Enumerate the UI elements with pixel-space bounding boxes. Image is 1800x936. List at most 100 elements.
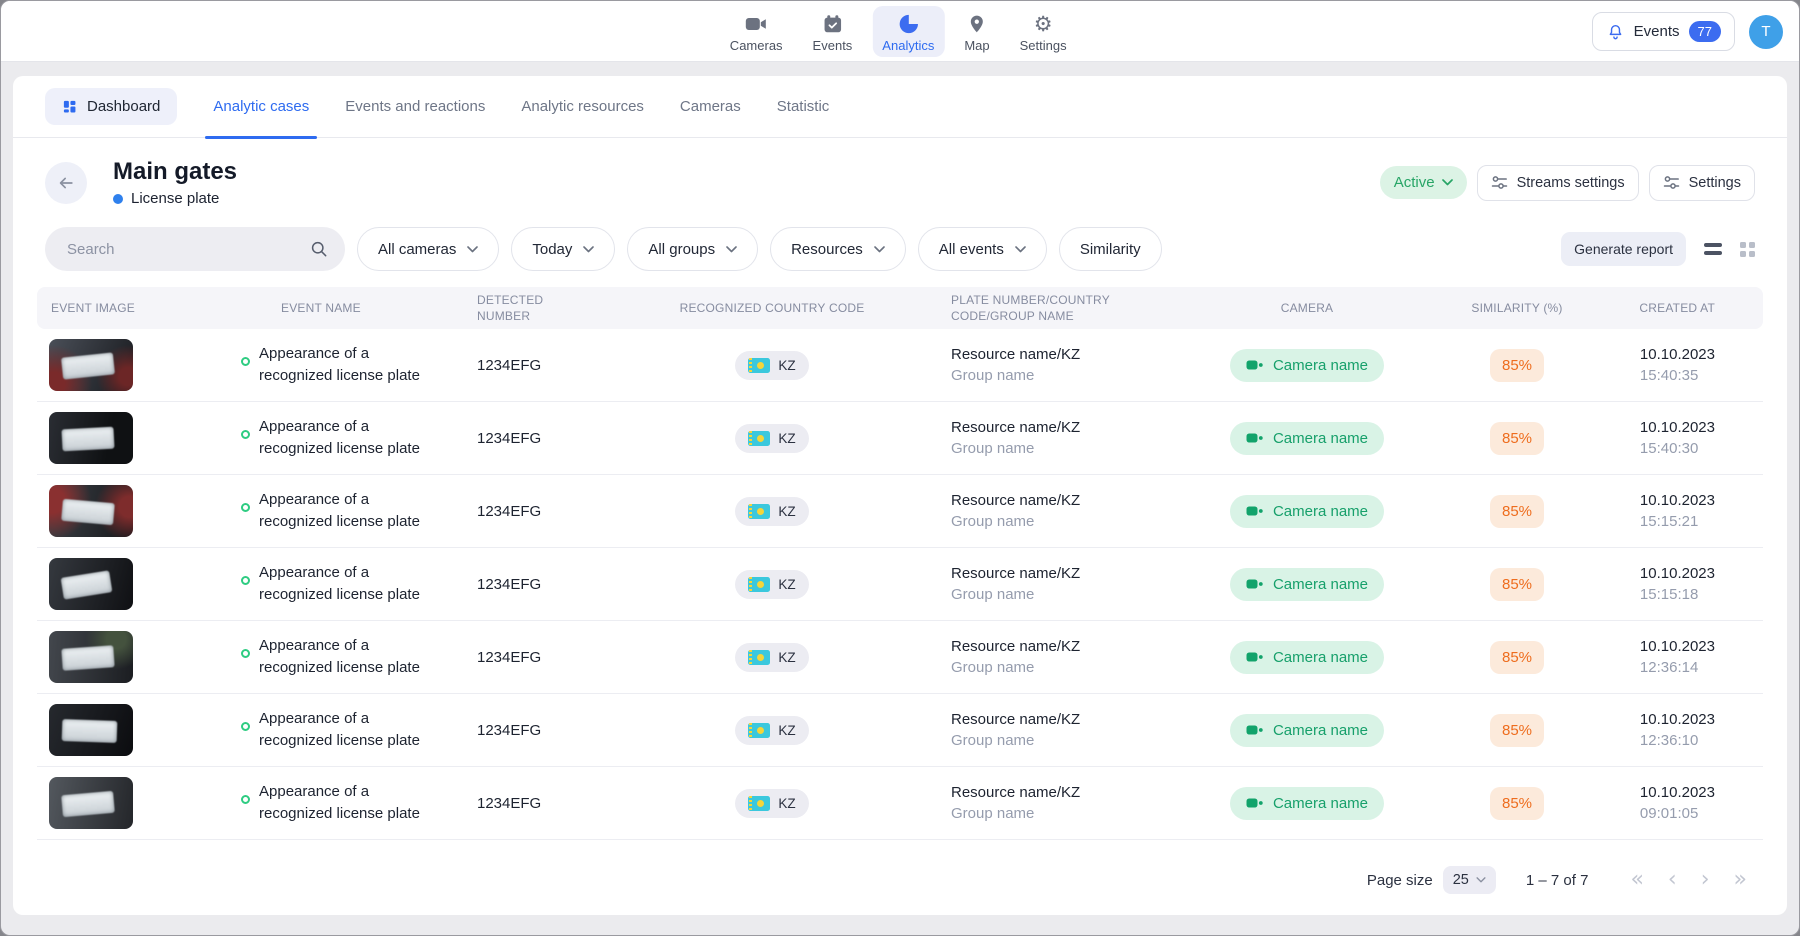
chevron-down-icon bbox=[1015, 246, 1026, 253]
camera-badge[interactable]: Camera name bbox=[1230, 641, 1384, 674]
created-at-cell: 10.10.2023 12:36:10 bbox=[1587, 711, 1763, 749]
events-notifications-button[interactable]: Events 77 bbox=[1592, 12, 1735, 51]
nav-label: Cameras bbox=[730, 38, 783, 53]
settings-button[interactable]: Settings bbox=[1649, 165, 1755, 201]
filter-resources[interactable]: Resources bbox=[770, 227, 906, 271]
grid-view-icon[interactable] bbox=[1740, 242, 1755, 257]
tab-analytic-cases[interactable]: Analytic cases bbox=[213, 76, 309, 138]
main-panel: Dashboard Analytic cases Events and reac… bbox=[13, 76, 1787, 915]
camera-badge[interactable]: Camera name bbox=[1230, 787, 1384, 820]
table-row[interactable]: Appearance of a recognized license plate… bbox=[37, 402, 1763, 475]
resource-name: Resource name/KZ bbox=[951, 346, 1167, 363]
nav-item-cameras[interactable]: Cameras bbox=[720, 6, 793, 57]
events-button-label: Events bbox=[1634, 23, 1680, 40]
filter-all-groups[interactable]: All groups bbox=[627, 227, 758, 271]
generate-report-button[interactable]: Generate report bbox=[1561, 232, 1686, 266]
detected-number: 1234EFG bbox=[467, 795, 627, 812]
user-avatar[interactable]: T bbox=[1749, 15, 1783, 49]
last-page-button[interactable]: » bbox=[1734, 869, 1747, 891]
filter-date[interactable]: Today bbox=[511, 227, 615, 271]
back-button[interactable] bbox=[45, 162, 87, 204]
table-row[interactable]: Appearance of a recognized license plate… bbox=[37, 548, 1763, 621]
country-code: KZ bbox=[778, 358, 795, 373]
country-code: KZ bbox=[778, 431, 795, 446]
streams-settings-label: Streams settings bbox=[1517, 175, 1625, 191]
country-code-badge: KZ bbox=[735, 424, 808, 453]
chevron-down-icon bbox=[726, 246, 737, 253]
event-image-thumbnail[interactable] bbox=[49, 412, 133, 464]
country-code: KZ bbox=[778, 504, 795, 519]
page-header: Main gates License plate Active bbox=[13, 138, 1787, 213]
search-input[interactable] bbox=[67, 241, 309, 258]
top-bar: Cameras Events Analytics Map bbox=[1, 1, 1799, 62]
event-status-circle-icon bbox=[241, 795, 250, 804]
detected-number: 1234EFG bbox=[467, 722, 627, 739]
event-image-thumbnail[interactable] bbox=[49, 777, 133, 829]
nav-item-analytics[interactable]: Analytics bbox=[872, 6, 944, 57]
event-name: Appearance of a recognized license plate bbox=[259, 416, 444, 460]
group-name: Group name bbox=[951, 659, 1167, 676]
filter-all-events[interactable]: All events bbox=[918, 227, 1047, 271]
analytic-type-dot-icon bbox=[113, 194, 123, 204]
camera-badge[interactable]: Camera name bbox=[1230, 568, 1384, 601]
previous-page-button[interactable]: ‹ bbox=[1668, 869, 1677, 891]
group-name: Group name bbox=[951, 586, 1167, 603]
chevron-down-icon bbox=[1442, 179, 1453, 186]
first-page-button[interactable]: « bbox=[1630, 869, 1643, 891]
event-image-thumbnail[interactable] bbox=[49, 704, 133, 756]
nav-item-settings[interactable]: ⚙ Settings bbox=[1010, 6, 1077, 57]
created-time: 15:40:35 bbox=[1640, 367, 1715, 384]
page-size-dropdown[interactable]: 25 bbox=[1443, 866, 1496, 894]
table-row[interactable]: Appearance of a recognized license plate… bbox=[37, 329, 1763, 402]
event-name-cell: Appearance of a recognized license plate bbox=[237, 708, 467, 752]
camera-badge[interactable]: Camera name bbox=[1230, 422, 1384, 455]
resource-name: Resource name/KZ bbox=[951, 638, 1167, 655]
event-status-circle-icon bbox=[241, 430, 250, 439]
camera-name: Camera name bbox=[1273, 503, 1368, 520]
camera-badge[interactable]: Camera name bbox=[1230, 349, 1384, 382]
table-row[interactable]: Appearance of a recognized license plate… bbox=[37, 694, 1763, 767]
created-date: 10.10.2023 bbox=[1640, 565, 1715, 582]
gear-icon: ⚙ bbox=[1034, 12, 1053, 36]
plate-info-cell: Resource name/KZ Group name bbox=[917, 638, 1167, 676]
table-row[interactable]: Appearance of a recognized license plate… bbox=[37, 475, 1763, 548]
camera-name: Camera name bbox=[1273, 795, 1368, 812]
search-box[interactable] bbox=[45, 227, 345, 271]
filter-similarity[interactable]: Similarity bbox=[1059, 227, 1162, 271]
created-at-cell: 10.10.2023 15:15:18 bbox=[1587, 565, 1763, 603]
dashboard-button[interactable]: Dashboard bbox=[45, 88, 177, 125]
similarity-badge: 85% bbox=[1490, 641, 1544, 674]
tab-statistic[interactable]: Statistic bbox=[777, 76, 830, 138]
filter-all-cameras[interactable]: All cameras bbox=[357, 227, 499, 271]
column-header-similarity: SIMILARITY (%) bbox=[1447, 300, 1587, 316]
country-code: KZ bbox=[778, 577, 795, 592]
country-code-badge: KZ bbox=[735, 351, 808, 380]
nav-item-events[interactable]: Events bbox=[803, 6, 863, 57]
nav-label: Map bbox=[964, 38, 989, 53]
created-date: 10.10.2023 bbox=[1640, 784, 1715, 801]
tab-events-and-reactions[interactable]: Events and reactions bbox=[345, 76, 485, 138]
camera-badge[interactable]: Camera name bbox=[1230, 714, 1384, 747]
event-image-thumbnail[interactable] bbox=[49, 558, 133, 610]
country-code-cell: KZ bbox=[627, 643, 917, 672]
event-image-thumbnail[interactable] bbox=[49, 485, 133, 537]
list-view-icon[interactable] bbox=[1704, 243, 1722, 255]
tab-cameras[interactable]: Cameras bbox=[680, 76, 741, 138]
similarity-cell: 85% bbox=[1447, 495, 1587, 528]
similarity-badge: 85% bbox=[1490, 787, 1544, 820]
camera-badge[interactable]: Camera name bbox=[1230, 495, 1384, 528]
event-image-thumbnail[interactable] bbox=[49, 631, 133, 683]
table-row[interactable]: Appearance of a recognized license plate… bbox=[37, 621, 1763, 694]
nav-label: Settings bbox=[1020, 38, 1067, 53]
event-image-thumbnail[interactable] bbox=[49, 339, 133, 391]
status-dropdown[interactable]: Active bbox=[1380, 166, 1467, 199]
table-row[interactable]: Appearance of a recognized license plate… bbox=[37, 767, 1763, 840]
nav-item-map[interactable]: Map bbox=[954, 6, 999, 57]
streams-settings-button[interactable]: Streams settings bbox=[1477, 165, 1639, 201]
camera-icon bbox=[1246, 578, 1264, 590]
resource-name: Resource name/KZ bbox=[951, 565, 1167, 582]
next-page-button[interactable]: › bbox=[1701, 869, 1710, 891]
event-name-cell: Appearance of a recognized license plate bbox=[237, 416, 467, 460]
tab-analytic-resources[interactable]: Analytic resources bbox=[521, 76, 644, 138]
group-name: Group name bbox=[951, 367, 1167, 384]
